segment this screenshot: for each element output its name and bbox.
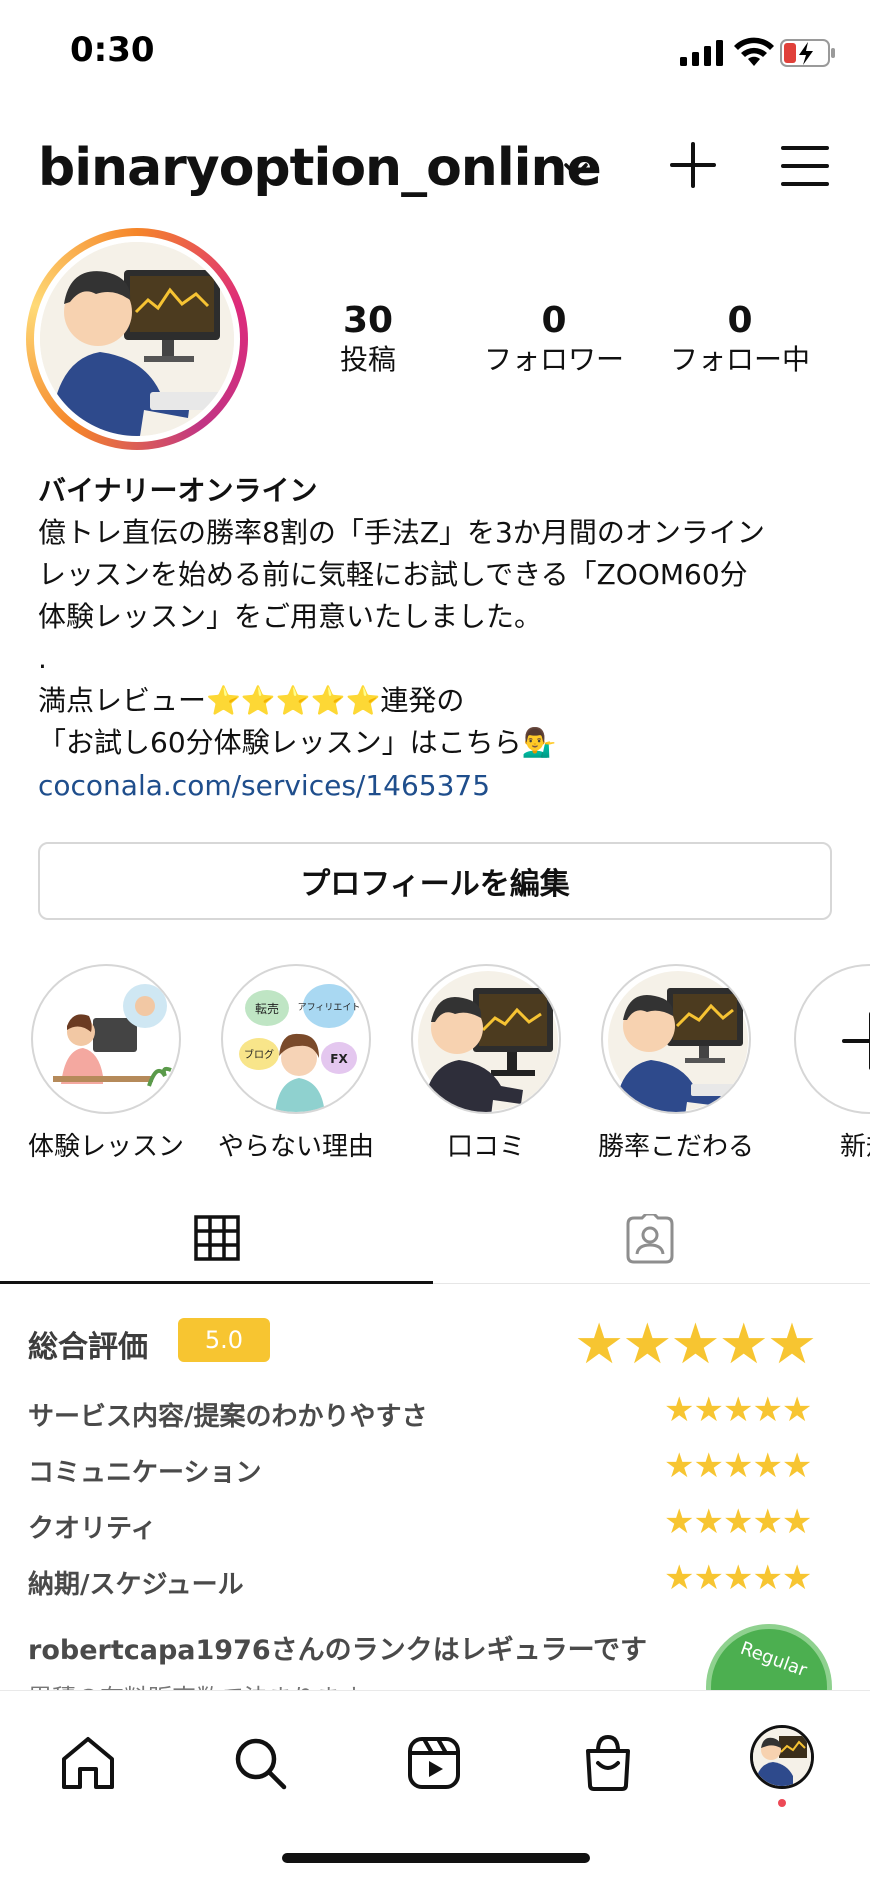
bio-link[interactable]: coconala.com/services/1465375 bbox=[38, 764, 838, 808]
bio-line: . bbox=[38, 642, 47, 675]
highlight-label: 勝率こだわる bbox=[597, 1132, 754, 1162]
avatar-image bbox=[40, 242, 234, 436]
notification-dot bbox=[778, 1799, 786, 1807]
highlight-cover: 転売 アフィリエイト ブログ FX bbox=[221, 964, 371, 1114]
profile-tab-avatar[interactable] bbox=[750, 1725, 814, 1789]
bio-text: 連発の bbox=[380, 684, 465, 717]
criteria-label: コミュニケーション bbox=[28, 1458, 262, 1488]
highlight-label: 口コミ bbox=[446, 1132, 525, 1162]
overall-rating-label: 総合評価 bbox=[28, 1330, 148, 1365]
following-number: 0 bbox=[727, 300, 753, 341]
home-indicator bbox=[282, 1853, 590, 1863]
bubble-text: FX bbox=[330, 1052, 348, 1066]
menu-icon[interactable] bbox=[780, 144, 830, 188]
star-emoji-row: ⭐⭐⭐⭐⭐ bbox=[206, 684, 381, 717]
highlight-cover bbox=[601, 964, 751, 1114]
battery-charging-icon bbox=[780, 39, 835, 67]
display-name: バイナリーオンライン bbox=[38, 474, 318, 507]
criteria-stars: ★★★★★ bbox=[664, 1446, 812, 1486]
edit-profile-button[interactable]: プロフィールを編集 bbox=[38, 842, 832, 920]
highlight-cover bbox=[31, 964, 181, 1114]
followers-number: 0 bbox=[541, 300, 567, 341]
highlight-label: 体験レッスン bbox=[27, 1132, 184, 1162]
bio-line: 億トレ直伝の勝率8割の「手法Z」を3か月間のオンライン bbox=[38, 516, 765, 549]
posts-number: 30 bbox=[342, 300, 394, 341]
review-post-preview[interactable]: 総合評価 5.0 ★★★★★ サービス内容/提案のわかりやすさ ★★★★★ コミ… bbox=[0, 1290, 870, 1690]
highlight-item[interactable]: 口コミ bbox=[396, 964, 576, 1163]
new-highlight-circle bbox=[794, 964, 870, 1114]
posts-count[interactable]: 30 投稿 bbox=[283, 300, 453, 378]
home-icon[interactable] bbox=[56, 1731, 120, 1795]
highlight-label: やらない理由 bbox=[217, 1132, 374, 1162]
bubble-text: 転売 bbox=[255, 1001, 279, 1016]
bottom-tab-bar bbox=[0, 1690, 870, 1884]
bio-line: 体験レッスン」をご用意いたしました。 bbox=[38, 600, 543, 633]
following-label: フォロー中 bbox=[669, 343, 810, 376]
rank-subtext: 累積の有料販売数で決まります bbox=[28, 1678, 364, 1690]
bio-line: 「お試し60分体験レッスン」はこちら💁‍♂️ bbox=[38, 726, 557, 759]
tab-tagged[interactable] bbox=[433, 1192, 866, 1284]
highlight-item[interactable]: 体験レッスン bbox=[16, 964, 196, 1163]
grid-icon bbox=[193, 1215, 240, 1261]
status-time: 0:30 bbox=[70, 30, 155, 70]
highlight-item[interactable]: 転売 アフィリエイト ブログ FX やらない理由 bbox=[206, 964, 386, 1163]
new-highlight[interactable]: 新規 bbox=[776, 964, 870, 1163]
followers-count[interactable]: 0 フォロワー bbox=[469, 300, 639, 378]
profile-header: binaryoption_online bbox=[0, 120, 870, 220]
highlight-label: 新規 bbox=[840, 1132, 870, 1162]
plus-icon[interactable] bbox=[668, 140, 718, 190]
username-switcher[interactable]: binaryoption_online bbox=[38, 138, 602, 198]
reels-icon[interactable] bbox=[402, 1731, 466, 1795]
rank-text: robertcapa1976さんのランクはレギュラーです bbox=[28, 1635, 648, 1666]
tagged-icon bbox=[626, 1214, 673, 1264]
chevron-down-icon[interactable] bbox=[562, 160, 590, 180]
posts-label: 投稿 bbox=[339, 343, 396, 376]
criteria-label: 納期/スケジュール bbox=[28, 1570, 244, 1600]
cellular-signal-icon bbox=[680, 40, 723, 66]
plus-icon bbox=[842, 1012, 870, 1070]
tab-posts-grid[interactable] bbox=[0, 1192, 433, 1284]
criteria-label: サービス内容/提案のわかりやすさ bbox=[28, 1402, 428, 1432]
criteria-label: クオリティ bbox=[28, 1514, 157, 1544]
criteria-stars: ★★★★★ bbox=[664, 1558, 812, 1598]
bubble-text: ブログ bbox=[244, 1048, 274, 1061]
bio-text: 満点レビュー bbox=[38, 684, 207, 717]
bio-line: 満点レビュー⭐⭐⭐⭐⭐連発の bbox=[38, 680, 838, 722]
followers-label: フォロワー bbox=[483, 343, 624, 376]
highlight-item[interactable]: 勝率こだわる bbox=[586, 964, 766, 1163]
wifi-icon bbox=[734, 37, 774, 66]
search-icon[interactable] bbox=[228, 1731, 292, 1795]
score-badge: 5.0 bbox=[178, 1318, 270, 1362]
criteria-stars: ★★★★★ bbox=[664, 1390, 812, 1430]
profile-bio: バイナリーオンライン 億トレ直伝の勝率8割の「手法Z」を3か月間のオンライン レ… bbox=[38, 470, 838, 808]
profile-tabs bbox=[0, 1192, 870, 1284]
status-bar: 0:30 bbox=[0, 0, 870, 110]
overall-stars: ★★★★★ bbox=[574, 1312, 817, 1377]
shop-icon[interactable] bbox=[576, 1731, 640, 1795]
following-count[interactable]: 0 フォロー中 bbox=[655, 300, 825, 378]
criteria-stars: ★★★★★ bbox=[664, 1502, 812, 1542]
rank-badge-text: Regular bbox=[737, 1637, 810, 1682]
bio-line: レッスンを始める前に気軽にお試しできる「ZOOM60分 bbox=[38, 558, 748, 591]
bubble-text: アフィリエイト bbox=[298, 1003, 361, 1013]
rank-badge: Regular bbox=[706, 1624, 832, 1690]
profile-avatar[interactable] bbox=[26, 228, 248, 450]
highlight-cover bbox=[411, 964, 561, 1114]
